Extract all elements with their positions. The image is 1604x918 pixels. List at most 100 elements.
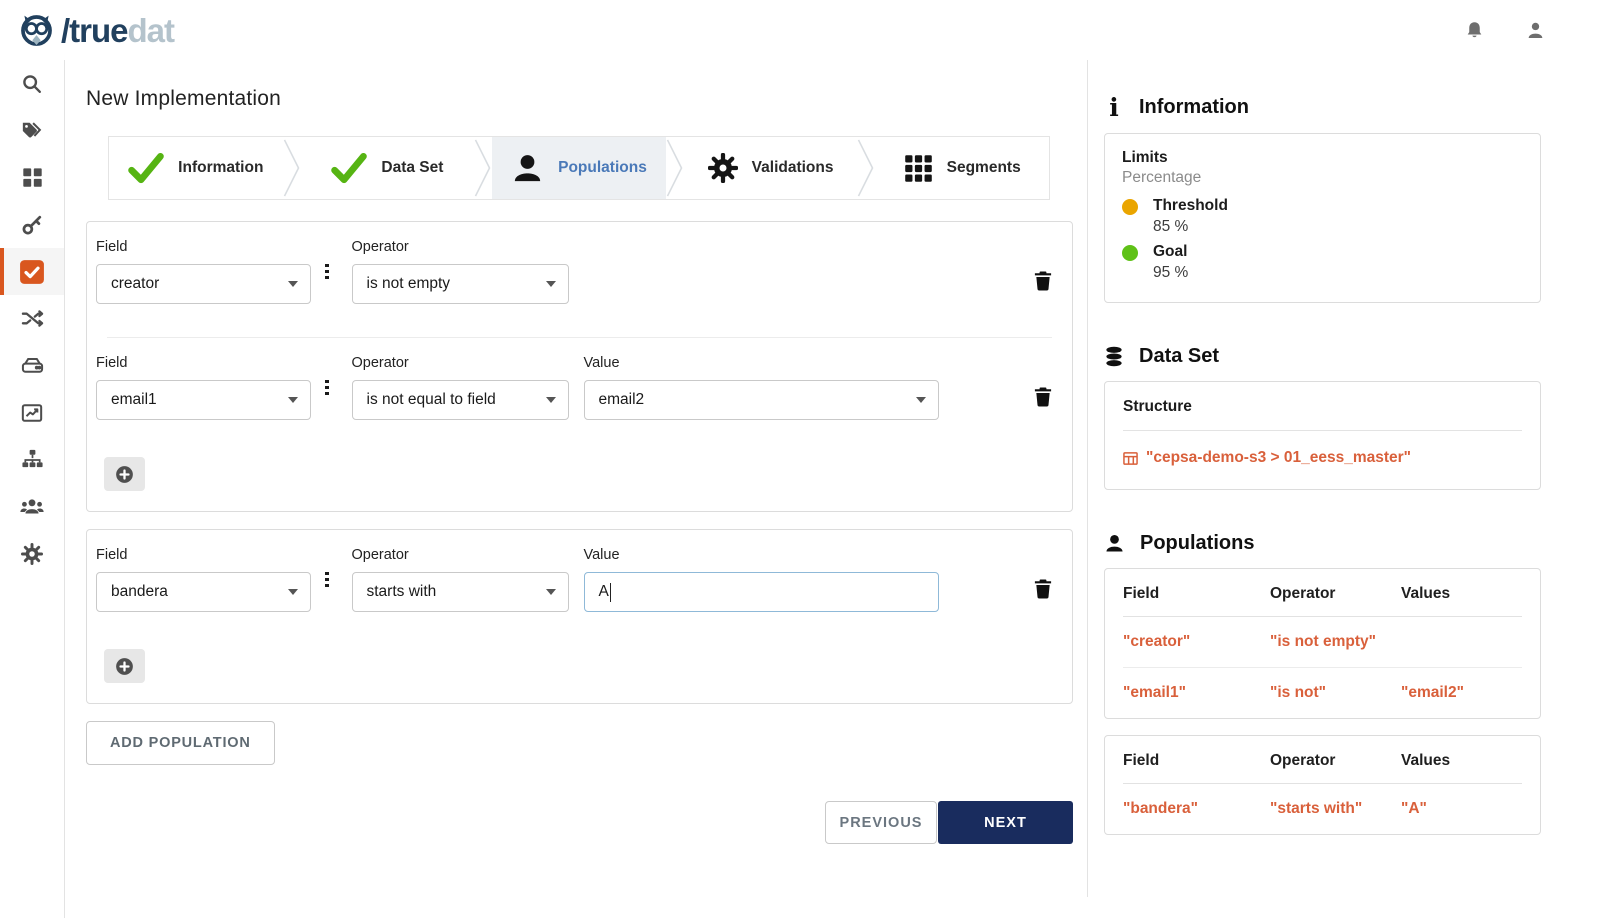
- field-options-icon[interactable]: [325, 264, 329, 280]
- person-icon: [1104, 533, 1125, 554]
- operator-select[interactable]: is not empty: [352, 264, 569, 304]
- field-select[interactable]: bandera: [96, 572, 311, 612]
- chevron-down-icon: [546, 281, 556, 287]
- cell-values: "email2": [1401, 684, 1522, 702]
- threshold-value: 85 %: [1153, 218, 1228, 236]
- add-condition-button[interactable]: [104, 649, 145, 683]
- step-validations[interactable]: Validations: [684, 137, 858, 199]
- sidebar-item-tags[interactable]: [0, 107, 64, 154]
- condition-row: Field email1 Operator is not equal to fi…: [87, 338, 1072, 453]
- col-field: Field: [1123, 585, 1270, 603]
- value-select[interactable]: email2: [584, 380, 939, 420]
- goal-value: 95 %: [1153, 264, 1188, 282]
- limits-label: Limits: [1122, 149, 1523, 167]
- sidebar-item-dashboard[interactable]: [0, 154, 64, 201]
- info-icon: i: [1104, 95, 1124, 120]
- operator-select-value: starts with: [367, 583, 437, 601]
- col-values: Values: [1401, 752, 1522, 770]
- grid-3x3-icon: [904, 154, 933, 183]
- condition-row: Field bandera Operator starts with Value…: [87, 530, 1072, 645]
- step-label: Validations: [752, 159, 834, 177]
- operator-label: Operator: [352, 547, 569, 563]
- truedat-logo[interactable]: /truedat: [16, 10, 174, 51]
- threshold-dot-icon: [1122, 199, 1138, 215]
- chevron-separator-icon: [857, 137, 875, 199]
- field-select-value: email1: [111, 391, 157, 409]
- user-menu-button[interactable]: [1525, 20, 1546, 41]
- population-group-2: Field bandera Operator starts with Value…: [86, 529, 1073, 704]
- value-label: Value: [584, 355, 939, 371]
- owl-logo-icon: [16, 10, 57, 51]
- value-input-text: A: [599, 583, 609, 601]
- value-input[interactable]: A: [584, 572, 939, 612]
- operator-select-value: is not empty: [367, 275, 451, 293]
- sidebar-item-permissions[interactable]: [0, 201, 64, 248]
- chevron-down-icon: [288, 397, 298, 403]
- add-population-button[interactable]: ADD POPULATION: [86, 721, 275, 765]
- step-populations[interactable]: Populations: [492, 137, 666, 199]
- sidebar-item-settings[interactable]: [0, 530, 64, 577]
- database-icon: [1104, 346, 1124, 367]
- goal-label: Goal: [1153, 243, 1188, 261]
- trash-icon: [1034, 387, 1052, 407]
- step-data-set[interactable]: Data Set: [301, 137, 475, 199]
- add-condition-button[interactable]: [104, 457, 145, 491]
- sidebar-item-taxonomy[interactable]: [0, 436, 64, 483]
- chevron-down-icon: [288, 281, 298, 287]
- notifications-button[interactable]: [1464, 20, 1485, 41]
- field-select-value: bandera: [111, 583, 168, 601]
- sidebar-item-search[interactable]: [0, 60, 64, 107]
- data-set-section-heading: Data Set: [1104, 345, 1541, 368]
- trash-icon: [1034, 579, 1052, 599]
- brand-text: /truedat: [61, 14, 174, 47]
- limits-card: Limits Percentage Threshold 85 % Goal 95…: [1104, 133, 1541, 303]
- delete-condition-button[interactable]: [1034, 387, 1052, 407]
- sidebar-item-quality-active[interactable]: [0, 248, 64, 295]
- structure-link[interactable]: "cepsa-demo-s3 > 01_eess_master": [1123, 449, 1522, 467]
- operator-select[interactable]: is not equal to field: [352, 380, 569, 420]
- field-options-icon[interactable]: [325, 380, 329, 396]
- main-content: New Implementation Information Data Set …: [65, 60, 1088, 897]
- hard-drive-icon: [21, 354, 44, 377]
- structure-card: Structure "cepsa-demo-s3 > 01_eess_maste…: [1104, 381, 1541, 490]
- sidebar-item-lineage[interactable]: [0, 295, 64, 342]
- previous-button[interactable]: PREVIOUS: [825, 801, 937, 844]
- wizard-stepper: Information Data Set Populations Validat…: [108, 136, 1050, 200]
- chevron-separator-icon: [474, 137, 492, 199]
- operator-label: Operator: [352, 239, 569, 255]
- cell-operator: "is not empty": [1270, 633, 1401, 651]
- field-select[interactable]: email1: [96, 380, 311, 420]
- chevron-down-icon: [546, 589, 556, 595]
- header-actions: [1464, 20, 1604, 41]
- limits-type: Percentage: [1122, 169, 1523, 187]
- operator-label: Operator: [352, 355, 569, 371]
- sidebar-item-users[interactable]: [0, 483, 64, 530]
- step-segments[interactable]: Segments: [875, 137, 1049, 199]
- step-information[interactable]: Information: [109, 137, 283, 199]
- field-label: Field: [96, 239, 311, 255]
- cell-field: "bandera": [1123, 800, 1270, 818]
- gear-icon: [708, 153, 738, 183]
- sidebar-item-dashboards[interactable]: [0, 389, 64, 436]
- next-button[interactable]: NEXT: [938, 801, 1073, 844]
- delete-condition-button[interactable]: [1034, 271, 1052, 291]
- operator-select[interactable]: starts with: [352, 572, 569, 612]
- tags-icon: [21, 120, 43, 142]
- populations-title: Populations: [1140, 532, 1254, 555]
- cell-field: "email1": [1123, 684, 1270, 702]
- delete-condition-button[interactable]: [1034, 579, 1052, 599]
- key-icon: [21, 214, 43, 236]
- goal-item: Goal 95 %: [1122, 243, 1523, 282]
- col-field: Field: [1123, 752, 1270, 770]
- field-options-icon[interactable]: [325, 572, 329, 588]
- table-header-row: Field Operator Values: [1123, 736, 1522, 784]
- condition-row: Field creator Operator is not empty: [87, 222, 1072, 337]
- sidebar-item-sources[interactable]: [0, 342, 64, 389]
- shuffle-icon: [21, 307, 44, 330]
- cell-operator: "is not": [1270, 684, 1401, 702]
- information-title: Information: [1139, 96, 1249, 119]
- col-values: Values: [1401, 585, 1522, 603]
- field-select[interactable]: creator: [96, 264, 311, 304]
- table-icon: [1123, 451, 1138, 466]
- grid-icon: [22, 167, 43, 188]
